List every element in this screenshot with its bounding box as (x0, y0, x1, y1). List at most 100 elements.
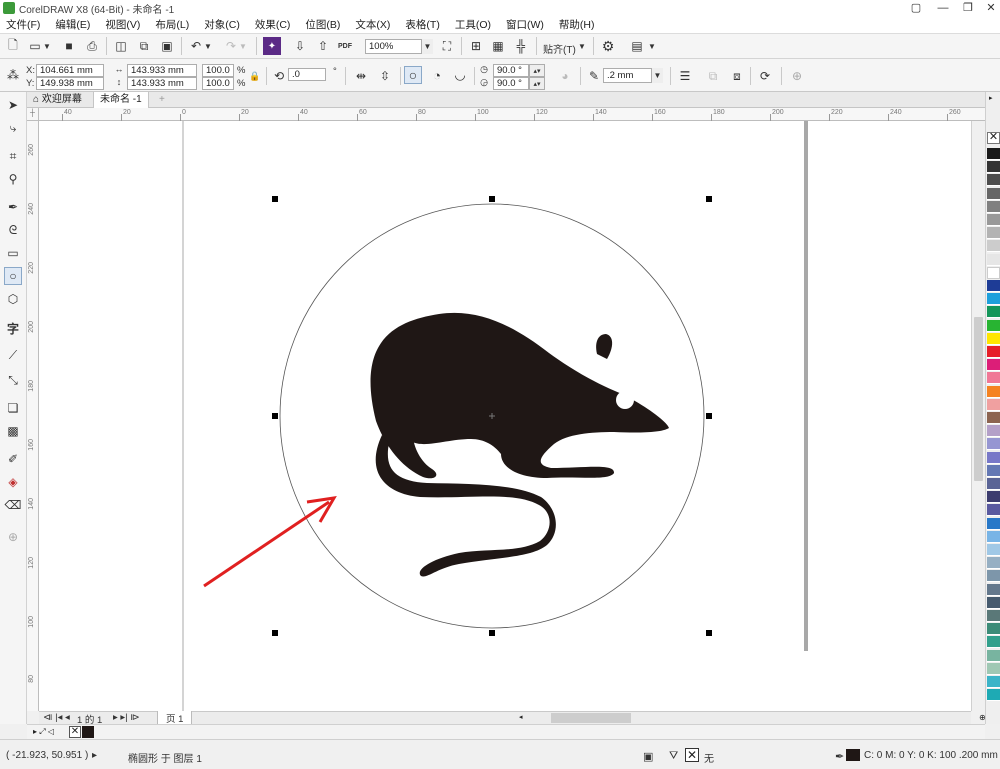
close-button[interactable]: ✕ (978, 0, 1000, 16)
quick-customize-icon[interactable]: ⊕ (4, 528, 22, 546)
snap-dropdown-icon[interactable]: ▼ (577, 37, 587, 55)
palette-swatch[interactable] (987, 240, 1000, 253)
palette-swatch[interactable] (987, 187, 1000, 200)
copy-icon[interactable]: ⧉ (135, 37, 153, 55)
undo-dropdown-icon[interactable]: ▼ (203, 37, 213, 55)
tab-welcome-screen[interactable]: ⌂ 欢迎屏幕 (27, 92, 88, 108)
rotation-field[interactable]: .0 (288, 68, 326, 81)
palette-swatch[interactable] (987, 266, 1000, 279)
zoom-dropdown-icon[interactable]: ▼ (421, 39, 433, 54)
launcher-dropdown-icon[interactable]: ▼ (647, 37, 657, 55)
transparency-tool-icon[interactable]: ▩ (4, 422, 22, 440)
vertical-scrollbar[interactable] (971, 121, 985, 711)
palette-swatch[interactable] (987, 438, 1000, 451)
scroll-left-icon[interactable]: ◂ (519, 713, 527, 723)
menu-bitmaps[interactable]: 位图(B) (305, 17, 340, 32)
search-content-icon[interactable]: ✦ (263, 37, 281, 55)
palette-swatch[interactable] (987, 649, 1000, 662)
end-angle-field[interactable]: 90.0 ° (493, 77, 529, 90)
x-position-field[interactable]: 104.661 mm (36, 64, 104, 77)
crop-tool-icon[interactable]: ⌗ (4, 147, 22, 165)
palette-swatch[interactable] (987, 398, 1000, 411)
zoom-tool-icon[interactable]: ⚲ (4, 170, 22, 188)
palette-swatch[interactable] (987, 623, 1000, 636)
palette-swatch[interactable] (987, 557, 1000, 570)
connector-tool-icon[interactable]: ⤡ (4, 371, 22, 389)
doc-black-swatch[interactable] (82, 726, 94, 738)
palette-swatch[interactable] (987, 530, 1000, 543)
outline-width-dropdown-icon[interactable]: ▼ (651, 68, 663, 83)
palette-swatch[interactable] (987, 517, 1000, 530)
next-page-icon[interactable]: ▸ ▸| ⧐ (113, 712, 140, 723)
horizontal-ruler[interactable]: 40 20 0 20 40 60 80 100 120 140 160 180 200 220 240 260 (38, 108, 988, 121)
mirror-vertical-icon[interactable]: ⇳ (376, 67, 394, 85)
artistic-media-tool-icon[interactable]: ᘓ (4, 221, 22, 239)
palette-swatch[interactable] (987, 570, 1000, 583)
width-field[interactable]: 143.933 mm (127, 64, 197, 77)
palette-swatch[interactable] (987, 425, 1000, 438)
palette-swatch[interactable] (987, 280, 1000, 292)
show-guidelines-icon[interactable]: ╬ (512, 37, 530, 55)
fill-none-swatch[interactable]: ✕ (685, 748, 699, 762)
no-color-swatch[interactable]: ✕ (987, 132, 1000, 144)
menu-tools[interactable]: 工具(O) (455, 17, 491, 32)
menu-edit[interactable]: 编辑(E) (55, 17, 90, 32)
horizontal-scroll-thumb[interactable] (551, 713, 631, 723)
palette-swatch[interactable] (987, 504, 1000, 517)
doc-no-color-swatch[interactable]: ✕ (69, 726, 81, 738)
ellipse-tool-icon[interactable]: ○ (4, 267, 22, 285)
drop-shadow-tool-icon[interactable]: ❏ (4, 399, 22, 417)
palette-swatch[interactable] (987, 451, 1000, 464)
pie-mode-icon[interactable]: ◔ (428, 66, 446, 84)
palette-swatch[interactable] (987, 491, 1000, 504)
menu-help[interactable]: 帮助(H) (559, 17, 595, 32)
object-origin-icon[interactable]: ⁂ (4, 66, 22, 84)
palette-swatch[interactable] (987, 174, 1000, 187)
palette-swatch[interactable] (987, 412, 1000, 424)
tab-document[interactable]: 未命名 -1 (93, 92, 149, 108)
full-screen-icon[interactable]: ⛶ (438, 37, 456, 55)
add-button-icon[interactable]: ⊕ (788, 67, 806, 85)
palette-swatch[interactable] (987, 227, 1000, 240)
palette-swatch[interactable] (987, 544, 1000, 556)
arc-mode-icon[interactable]: ◡ (451, 66, 469, 84)
palette-swatch[interactable] (987, 319, 1000, 332)
palette-swatch[interactable] (987, 332, 1000, 345)
color-eyedropper-tool-icon[interactable]: ✐ (4, 450, 22, 468)
convert-to-curves-icon[interactable]: ⟳ (756, 67, 774, 85)
palette-scroll-up-icon[interactable]: ▸ (989, 94, 993, 102)
print-icon[interactable]: ⎙ (83, 37, 101, 55)
drawing-canvas[interactable] (39, 121, 971, 711)
parallel-dimension-tool-icon[interactable]: ⟋ (4, 346, 22, 364)
height-field[interactable]: 143.933 mm (127, 77, 197, 90)
zoom-navigator-icon[interactable]: ⊕ (979, 713, 989, 723)
palette-swatch[interactable] (987, 200, 1000, 213)
palette-swatch[interactable] (987, 214, 1000, 226)
y-position-field[interactable]: 149.938 mm (36, 77, 104, 90)
palette-swatch[interactable] (987, 306, 1000, 319)
palette-swatch[interactable] (987, 161, 1000, 174)
palette-swatch[interactable] (987, 148, 1000, 160)
vertical-scroll-thumb[interactable] (974, 317, 983, 481)
palette-swatch[interactable] (987, 253, 1000, 266)
freehand-tool-icon[interactable]: ✒ (4, 198, 22, 216)
minimize-button[interactable]: — (930, 0, 956, 16)
export-icon[interactable]: ⇧ (314, 37, 332, 55)
menu-file[interactable]: 文件(F) (6, 17, 40, 32)
menu-object[interactable]: 对象(C) (204, 17, 240, 32)
to-back-icon[interactable]: ⧈ (728, 67, 746, 85)
palette-swatch[interactable] (987, 689, 1000, 702)
text-tool-icon[interactable]: 字 (4, 319, 22, 337)
mirror-horizontal-icon[interactable]: ⇹ (352, 67, 370, 85)
palette-swatch[interactable] (987, 676, 1000, 688)
options-gear-icon[interactable]: ⚙ (599, 37, 617, 55)
menu-text[interactable]: 文本(X) (355, 17, 390, 32)
snap-to-label[interactable]: 贴齐(T) (543, 41, 576, 56)
rectangle-tool-icon[interactable]: ▭ (4, 244, 22, 262)
vertical-ruler[interactable]: 260 240 220 200 180 160 140 120 100 80 (27, 108, 39, 711)
menu-effects[interactable]: 效果(C) (255, 17, 291, 32)
palette-swatch[interactable] (987, 372, 1000, 385)
palette-swatch[interactable] (987, 359, 1000, 372)
palette-swatch[interactable] (987, 662, 1000, 675)
wrap-text-icon[interactable]: ☰ (676, 67, 694, 85)
